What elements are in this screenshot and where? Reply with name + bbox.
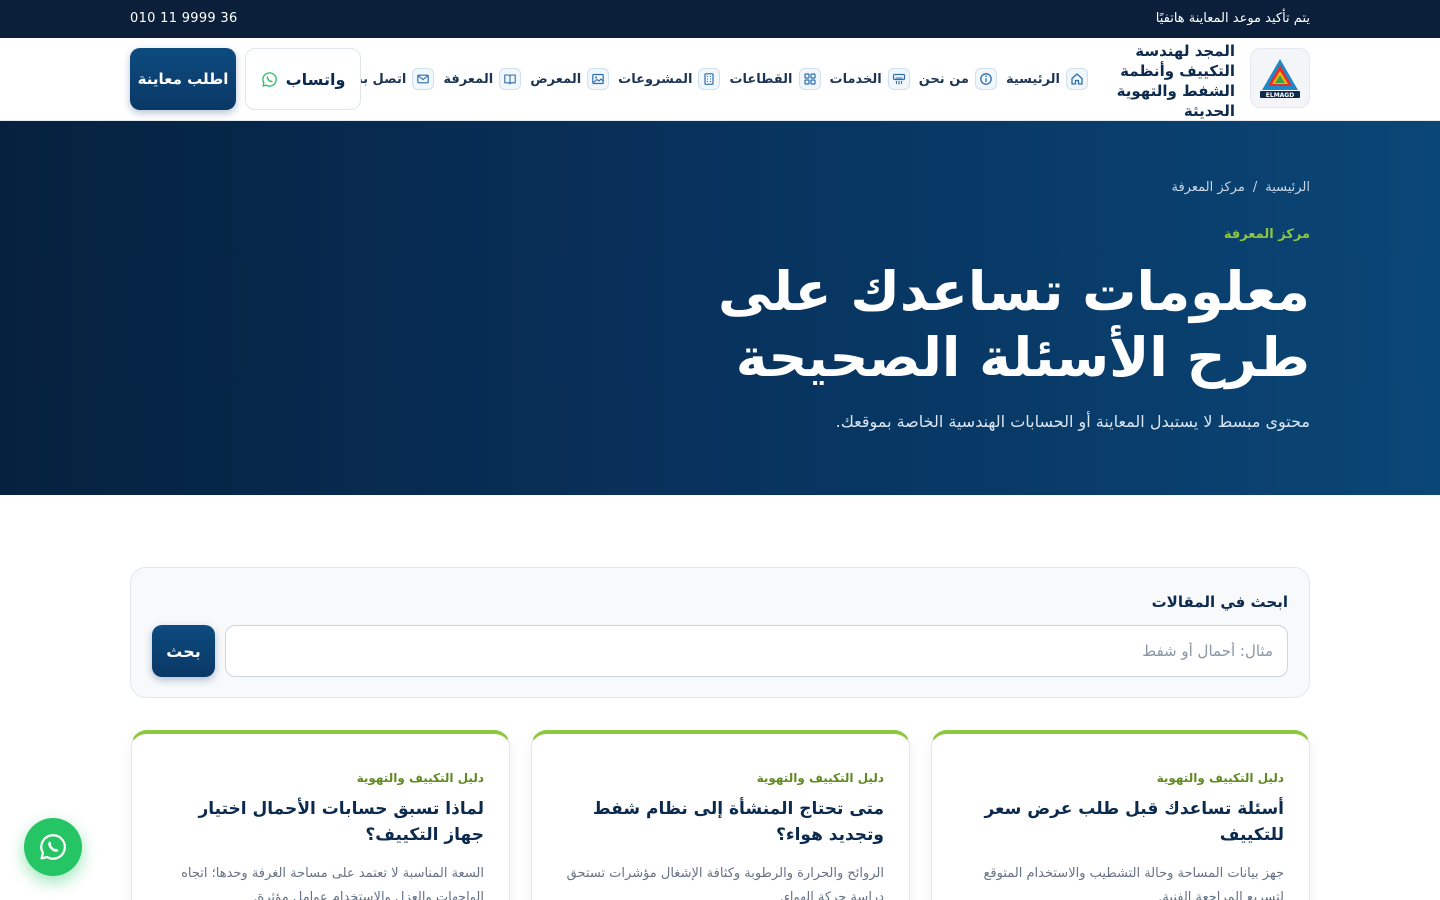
article-card[interactable]: دليل التكييف والتهوية لماذا تسبق حسابات …	[131, 730, 510, 900]
top-bar: يتم تأكيد موعد المعاينة هاتفيًا 010 11 9…	[0, 0, 1440, 38]
nav-item-about[interactable]: من نحن	[919, 68, 997, 90]
nav-item-sectors[interactable]: القطاعات	[729, 68, 821, 90]
hero-subtitle: محتوى مبسط لا يستبدل المعاينة أو الحسابا…	[835, 412, 1310, 431]
home-icon	[1066, 68, 1088, 90]
air-conditioner-icon	[887, 68, 910, 90]
book-icon	[499, 68, 522, 90]
site-header: ELMAGD المجد لهندسة التكييف وأنظمة الشفط…	[0, 38, 1440, 121]
brand-name[interactable]: المجد لهندسة التكييف وأنظمة الشفط والتهو…	[1110, 41, 1235, 121]
nav-label: المعرض	[530, 71, 582, 87]
hero-section: الرئيسية / مركز المعرفة مركز المعرفة معل…	[0, 121, 1440, 495]
nav-label: المشروعات	[618, 71, 693, 87]
page-title: معلومات تساعدك على طرح الأسئلة الصحيحة	[717, 260, 1310, 389]
breadcrumb: الرئيسية / مركز المعرفة	[1171, 180, 1310, 195]
nav-label: المعرفة	[443, 71, 494, 87]
card-title[interactable]: متى تحتاج المنشأة إلى نظام شفط وتجديد هو…	[554, 796, 884, 848]
info-icon	[974, 68, 997, 90]
card-category: دليل التكييف والتهوية	[1156, 771, 1284, 785]
card-excerpt: الروائح والحرارة والرطوبة وكثافة الإشغال…	[566, 866, 884, 900]
nav-item-home[interactable]: الرئيسية	[1006, 68, 1088, 90]
whatsapp-icon	[40, 834, 66, 860]
whatsapp-button-label: واتساب	[285, 69, 346, 89]
card-title[interactable]: لماذا تسبق حسابات الأحمال اختيار جهاز ال…	[154, 796, 484, 848]
article-card[interactable]: دليل التكييف والتهوية أسئلة تساعدك قبل ط…	[931, 730, 1310, 900]
article-card[interactable]: دليل التكييف والتهوية متى تحتاج المنشأة …	[531, 730, 910, 900]
card-category: دليل التكييف والتهوية	[356, 771, 484, 785]
building-icon	[698, 68, 721, 90]
appointment-note: يتم تأكيد موعد المعاينة هاتفيًا	[1155, 11, 1310, 26]
logo[interactable]: ELMAGD	[1250, 48, 1310, 108]
breadcrumb-separator: /	[1252, 180, 1258, 195]
phone-number[interactable]: 010 11 9999 36	[130, 11, 238, 26]
article-search-panel: ابحث في المقالات بحث	[130, 567, 1310, 698]
breadcrumb-current: مركز المعرفة	[1171, 180, 1245, 195]
search-button[interactable]: بحث	[152, 625, 215, 677]
card-excerpt: السعة المناسبة لا تعتمد على مساحة الغرفة…	[181, 866, 484, 900]
card-category: دليل التكييف والتهوية	[756, 771, 884, 785]
hero-eyebrow: مركز المعرفة	[1223, 227, 1310, 242]
card-title[interactable]: أسئلة تساعدك قبل طلب عرض سعر للتكييف	[954, 796, 1284, 848]
logo-mark-icon: ELMAGD	[1260, 59, 1300, 99]
search-input[interactable]	[225, 625, 1288, 677]
nav-item-projects[interactable]: المشروعات	[618, 68, 721, 90]
request-inspection-button[interactable]: اطلب معاينة	[130, 48, 236, 110]
mail-icon	[412, 68, 435, 90]
nav-item-gallery[interactable]: المعرض	[530, 68, 610, 90]
floating-whatsapp-button[interactable]	[24, 818, 82, 876]
whatsapp-button[interactable]: واتساب	[245, 48, 361, 110]
whatsapp-icon	[261, 71, 277, 87]
nav-label: الخدمات	[829, 71, 882, 87]
nav-item-knowledge[interactable]: المعرفة	[443, 68, 522, 90]
nav-item-contact[interactable]: اتصل بنا	[353, 68, 435, 90]
breadcrumb-home-link[interactable]: الرئيسية	[1265, 180, 1310, 195]
nav-item-services[interactable]: الخدمات	[830, 68, 910, 90]
logo-text: ELMAGD	[1266, 92, 1294, 99]
card-excerpt: جهز بيانات المساحة وحالة التشطيب والاستخ…	[983, 866, 1284, 900]
grid-icon	[798, 68, 821, 90]
image-icon	[587, 68, 610, 90]
nav-label: القطاعات	[729, 71, 793, 87]
nav-label: الرئيسية	[1005, 71, 1060, 87]
main-nav: الرئيسية من نحن الخدمات القطاعات المشروع…	[353, 66, 1088, 92]
nav-label: من نحن	[918, 71, 969, 87]
search-label: ابحث في المقالات	[1151, 593, 1288, 611]
